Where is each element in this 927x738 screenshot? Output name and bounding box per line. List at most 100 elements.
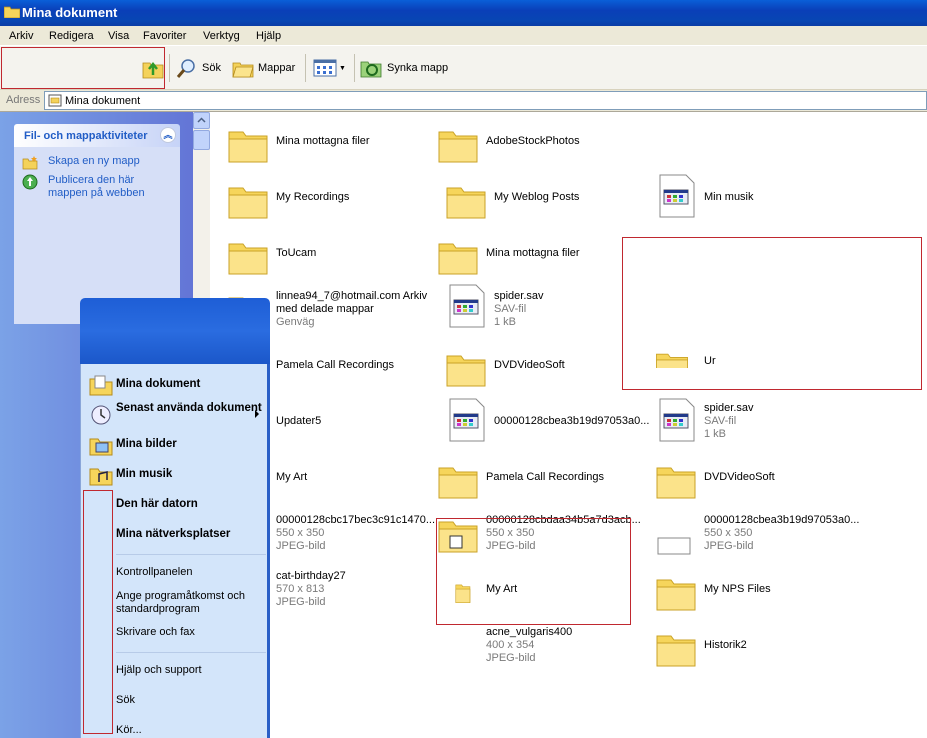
folder-item[interactable]: My Recordings <box>226 178 436 228</box>
image-item[interactable]: acne_vulgaris400 400 x 354 JPEG-bild <box>436 624 646 674</box>
image-item[interactable]: 00000128cbea3b19d97053a0... 550 x 350 JP… <box>654 512 864 562</box>
submenu-arrow-icon <box>255 410 259 418</box>
start-item-recent-documents[interactable]: Senast använda dokument <box>116 402 262 415</box>
file-name: Min musik <box>704 191 754 203</box>
folder-item[interactable]: DVDVideoSoft <box>654 458 864 508</box>
menu-arkiv[interactable]: Arkiv <box>9 30 33 42</box>
file-name: Ur <box>704 355 716 367</box>
new-folder-label: Skapa en ny mapp <box>48 155 140 167</box>
file-name: ToUcam <box>276 247 317 259</box>
start-item-my-documents[interactable]: Mina dokument <box>116 378 200 391</box>
menu-hjalp[interactable]: Hjälp <box>256 30 281 42</box>
folder-item[interactable]: AdobeStockPhotos <box>436 122 646 172</box>
file-type: JPEG-bild <box>486 652 536 664</box>
folders-label: Mappar <box>258 62 296 74</box>
publish-web-label: Publicera den här mappen på webben <box>48 174 145 199</box>
menu-favoriter[interactable]: Favoriter <box>143 30 186 42</box>
image-icon <box>657 537 691 555</box>
folder-icon <box>656 353 688 368</box>
tasks-header[interactable]: Fil- och mappaktiviteter ︽ <box>14 124 180 147</box>
file-name: My Recordings <box>276 191 350 203</box>
scroll-thumb[interactable] <box>193 130 210 150</box>
new-folder-task[interactable]: Skapa en ny mapp <box>22 155 172 170</box>
toolbar-separator <box>305 54 306 82</box>
up-folder-button[interactable] <box>142 56 164 80</box>
file-name: acne_vulgaris400 <box>486 626 573 638</box>
file-name: My NPS Files <box>704 583 771 595</box>
views-button[interactable]: ▼ <box>313 56 346 80</box>
highlight-box <box>83 490 113 734</box>
title-bar: Mina dokument <box>0 0 927 26</box>
folder-item[interactable]: Mina mottagna filer <box>226 122 436 172</box>
address-field[interactable]: Mina dokument <box>44 91 927 110</box>
highlight-box <box>436 518 631 625</box>
search-label: Sök <box>202 62 221 74</box>
folder-item[interactable]: ToUcam <box>226 234 436 284</box>
menu-visa[interactable]: Visa <box>108 30 129 42</box>
sync-folder-button[interactable]: Synka mapp <box>360 56 448 80</box>
address-value: Mina dokument <box>65 95 141 107</box>
file-list: Mina mottagna filer AdobeStockPhotos My … <box>210 112 927 738</box>
folder-icon <box>438 243 478 275</box>
start-item-help-support[interactable]: Hjälp och support <box>116 664 202 677</box>
toolbar-separator <box>354 54 355 82</box>
start-menu-header <box>80 298 270 364</box>
document-item[interactable]: Min musik <box>654 174 864 224</box>
document-item[interactable]: spider.sav SAV-fil 1 kB <box>654 398 864 448</box>
views-icon <box>313 59 337 77</box>
my-documents-icon <box>89 375 113 396</box>
folder-item[interactable]: Historik2 <box>654 626 864 676</box>
folder-icon <box>446 187 486 219</box>
file-name: Pamela Call Recordings <box>276 359 394 371</box>
address-bar: Adress Mina dokument <box>0 90 927 112</box>
start-item-program-access[interactable]: Ange programåtkomst och standardprogram <box>116 590 256 616</box>
folder-item[interactable]: My NPS Files <box>654 570 864 620</box>
file-size: 1 kB <box>494 316 517 328</box>
publish-web-task[interactable]: Publicera den här mappen på webben <box>22 174 172 200</box>
document-icon <box>659 398 695 442</box>
globe-icon <box>22 174 38 190</box>
separator <box>116 554 266 555</box>
file-name: spider.sav <box>704 402 754 414</box>
up-folder-icon <box>142 61 164 79</box>
folder-icon <box>438 467 478 499</box>
file-type: JPEG-bild <box>276 540 326 552</box>
file-name: Historik2 <box>704 639 747 651</box>
document-icon <box>659 174 695 218</box>
folders-button[interactable]: Mappar <box>232 56 295 80</box>
start-item-run[interactable]: Kör... <box>116 724 142 737</box>
start-item-my-music[interactable]: Min musik <box>116 468 172 481</box>
start-item-printers-fax[interactable]: Skrivare och fax <box>116 626 195 639</box>
start-item-network-places[interactable]: Mina nätverksplatser <box>116 528 230 541</box>
chevron-down-icon[interactable]: ▼ <box>339 65 346 72</box>
file-type: Genväg <box>276 316 315 328</box>
file-type: JPEG-bild <box>704 540 754 552</box>
collapse-icon[interactable]: ︽ <box>160 127 176 143</box>
file-name: My Weblog Posts <box>494 191 580 203</box>
start-item-search[interactable]: Sök <box>116 694 135 707</box>
highlight-box <box>1 47 165 89</box>
chevron-up-icon <box>197 117 206 123</box>
menu-verktyg[interactable]: Verktyg <box>203 30 240 42</box>
start-menu-list: Mina dokument Senast använda dokument Mi… <box>80 364 270 738</box>
search-icon <box>176 59 195 78</box>
folder-item[interactable]: Pamela Call Recordings <box>436 458 646 508</box>
document-icon <box>449 284 485 328</box>
scroll-up-button[interactable] <box>193 112 210 129</box>
document-item[interactable]: 00000128cbea3b19d97053a0... <box>444 398 654 448</box>
folder-item[interactable]: Mina mottagna filer <box>436 234 646 284</box>
file-name: 00000128cbea3b19d97053a0... <box>494 415 650 427</box>
start-item-my-computer[interactable]: Den här datorn <box>116 498 198 511</box>
menu-redigera[interactable]: Redigera <box>49 30 94 42</box>
folder-item[interactable]: Ur <box>654 346 724 368</box>
folder-item[interactable]: My Weblog Posts <box>444 178 654 228</box>
search-button[interactable]: Sök <box>176 56 221 80</box>
file-name: My Art <box>276 471 308 483</box>
sync-label: Synka mapp <box>387 62 449 74</box>
start-item-control-panel[interactable]: Kontrollpanelen <box>116 566 192 579</box>
start-item-my-pictures[interactable]: Mina bilder <box>116 438 177 451</box>
file-name: Updater5 <box>276 415 322 427</box>
folder-icon <box>228 187 268 219</box>
folder-icon <box>438 131 478 163</box>
my-pictures-icon <box>89 438 113 456</box>
